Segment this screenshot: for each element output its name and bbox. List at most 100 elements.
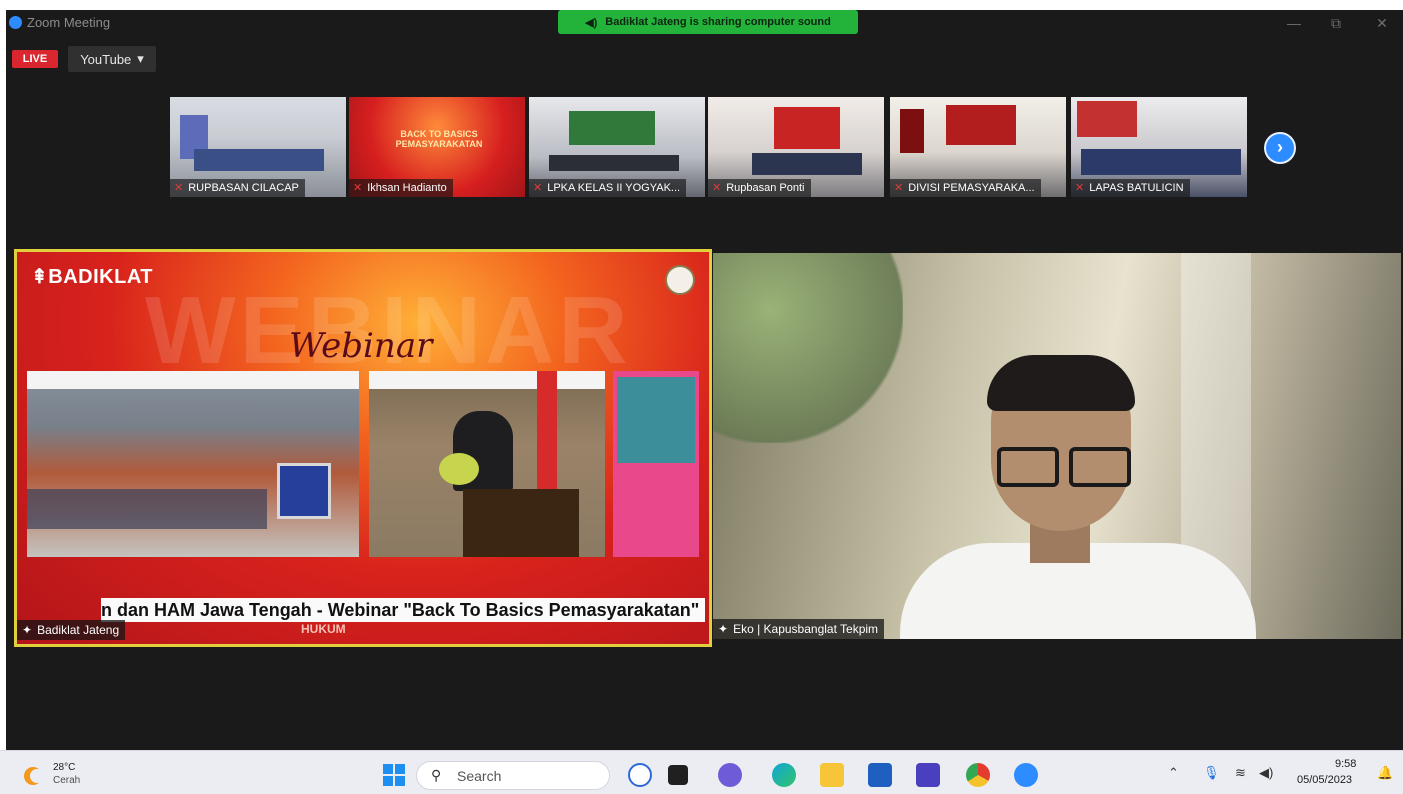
zoom-logo-icon <box>9 16 22 29</box>
volume-icon[interactable]: ◀) <box>1259 765 1273 781</box>
sponsor-logos: HUKUM <box>301 622 346 636</box>
participant-name-label: Ikhsan Hadianto <box>367 182 447 194</box>
panel-header <box>27 371 359 389</box>
panel-header <box>369 371 605 389</box>
maximize-button[interactable]: ⧉ <box>1322 12 1350 34</box>
video-frame <box>569 111 655 145</box>
title-bar: Zoom Meeting ◀) Badiklat Jateng is shari… <box>6 10 1403 36</box>
plant-blur <box>713 253 903 443</box>
bing-icon[interactable] <box>628 763 652 787</box>
participant-name-label: DIVISI PEMASYARAKA... <box>908 182 1035 194</box>
shared-screen-video[interactable]: WEBINAR ⇞BADIKLAT Webinar n dan HAM Jawa… <box>14 249 712 647</box>
speaker-icon: ◀) <box>585 16 598 29</box>
zoom-window: Zoom Meeting ◀) Badiklat Jateng is shari… <box>6 10 1403 750</box>
next-page-arrow-icon[interactable]: › <box>1264 132 1296 164</box>
search-icon: ⚲ <box>431 767 442 783</box>
minimize-button[interactable]: — <box>1280 12 1308 34</box>
participant-video[interactable]: ✕ Rupbasan Ponti <box>708 97 884 197</box>
video-frame <box>549 155 679 171</box>
show-hidden-icons-chevron-icon[interactable]: ⌃ <box>1168 765 1179 781</box>
podium-video-panel <box>369 371 605 557</box>
sharing-sound-text: Badiklat Jateng is sharing computer soun… <box>605 16 831 28</box>
participant-name: ✕ LAPAS BATULICIN <box>1071 179 1190 197</box>
microsoft-store-icon[interactable] <box>868 763 892 787</box>
microphone-icon[interactable]: 🎙 <box>1203 765 1220 781</box>
participant-name: ✕ DIVISI PEMASYARAKA... <box>890 179 1041 197</box>
badiklat-logo: ⇞BADIKLAT <box>31 264 153 289</box>
chrome-browser-icon[interactable] <box>966 763 990 787</box>
participant-name-label: RUPBASAN CILACAP <box>188 182 299 194</box>
participant-name-label: Rupbasan Ponti <box>726 182 805 194</box>
youtube-stream-menu[interactable]: YouTube ▾ <box>68 46 156 72</box>
glasses-icon <box>1069 447 1131 487</box>
participant-video[interactable]: ✕ LPKA KELAS II YOGYAK... <box>529 97 705 197</box>
audience-video-panel <box>27 371 359 557</box>
presenter-name-tag: ✦ Badiklat Jateng <box>17 620 126 640</box>
participant-video[interactable]: ✕ RUPBASAN CILACAP <box>170 97 346 197</box>
file-explorer-icon[interactable] <box>820 763 844 787</box>
side-video-frame <box>617 377 695 463</box>
muted-mic-icon: ✕ <box>894 182 904 194</box>
notification-bell-icon[interactable]: 🔔 <box>1377 765 1393 781</box>
taskbar-date[interactable]: 05/05/2023 <box>1297 774 1352 786</box>
muted-mic-icon: ✕ <box>174 182 184 194</box>
badiklat-emblem-icon: ⇞ <box>31 266 49 288</box>
participant-name: ✕ Rupbasan Ponti <box>708 179 811 197</box>
presenter-name: Badiklat Jateng <box>37 623 120 637</box>
badiklat-brand: BADIKLAT <box>48 266 153 288</box>
task-view-icon[interactable] <box>668 765 688 785</box>
mic-icon: ✦ <box>718 622 729 636</box>
sharing-sound-banner[interactable]: ◀) Badiklat Jateng is sharing computer s… <box>558 10 858 34</box>
wifi-icon[interactable]: ≋ <box>1235 765 1246 781</box>
participant-name: ✕ RUPBASAN CILACAP <box>170 179 305 197</box>
flower-arrangement <box>439 453 479 485</box>
audience-rows <box>27 489 267 529</box>
video-frame <box>194 149 324 171</box>
slide-title-line: PEMASYARAKATAN <box>395 139 483 149</box>
zoom-app-icon[interactable] <box>1014 763 1038 787</box>
video-frame <box>1077 101 1137 137</box>
video-frame <box>752 153 862 175</box>
news-ticker: n dan HAM Jawa Tengah - Webinar "Back To… <box>101 598 705 622</box>
webinar-heading: Webinar <box>289 326 433 366</box>
participant-name: ✕ Ikhsan Hadianto <box>349 179 453 197</box>
participant-video[interactable]: BACK TO BASICS PEMASYARAKATAN ✕ Ikhsan Ha… <box>349 97 525 197</box>
close-button[interactable]: ✕ <box>1368 12 1396 34</box>
start-windows-icon[interactable] <box>382 763 406 787</box>
video-frame <box>946 105 1016 145</box>
weather-sun-icon[interactable] <box>22 765 44 787</box>
glasses-icon <box>997 447 1059 487</box>
window-title: Zoom Meeting <box>27 15 111 30</box>
windows-taskbar: 28°C Cerah ⚲ Search ⌃ 🎙 ≋ ◀) 9:58 05/05/… <box>0 750 1403 794</box>
chat-icon[interactable] <box>718 763 742 787</box>
edge-browser-icon[interactable] <box>772 763 796 787</box>
slide-title-line: BACK TO BASICS <box>400 129 478 139</box>
speaker-name: Eko | Kapusbanglat Tekpim <box>733 622 879 636</box>
ministry-seal-icon <box>665 265 695 295</box>
video-frame <box>1081 149 1241 175</box>
participant-video[interactable]: ✕ DIVISI PEMASYARAKA... <box>890 97 1066 197</box>
taskbar-search-box[interactable]: ⚲ Search <box>416 761 610 790</box>
weather-temperature[interactable]: 28°C <box>53 762 75 773</box>
video-frame <box>900 109 924 153</box>
side-video-panel <box>613 371 699 557</box>
participant-name-label: LPKA KELAS II YOGYAK... <box>547 182 681 194</box>
speaker-hair <box>987 355 1135 411</box>
participant-video[interactable]: ✕ LAPAS BATULICIN <box>1071 97 1247 197</box>
taskbar-time[interactable]: 9:58 <box>1335 758 1356 770</box>
video-frame <box>774 107 840 149</box>
chevron-down-icon: ▾ <box>137 51 144 66</box>
participant-name: ✕ LPKA KELAS II YOGYAK... <box>529 179 687 197</box>
slide-title: BACK TO BASICS PEMASYARAKATAN <box>394 129 484 149</box>
speaker-name-tag: ✦ Eko | Kapusbanglat Tekpim <box>713 619 885 639</box>
youtube-label: YouTube <box>80 51 132 67</box>
live-badge[interactable]: LIVE <box>12 50 58 68</box>
speaker-video[interactable]: ✦ Eko | Kapusbanglat Tekpim <box>713 253 1401 639</box>
muted-mic-icon: ✕ <box>353 182 363 194</box>
screen-monitor <box>277 463 331 519</box>
weather-condition[interactable]: Cerah <box>53 775 80 786</box>
muted-mic-icon: ✕ <box>1075 182 1085 194</box>
participant-name-label: LAPAS BATULICIN <box>1089 182 1184 194</box>
muted-mic-icon: ✕ <box>533 182 543 194</box>
photos-app-icon[interactable] <box>916 763 940 787</box>
